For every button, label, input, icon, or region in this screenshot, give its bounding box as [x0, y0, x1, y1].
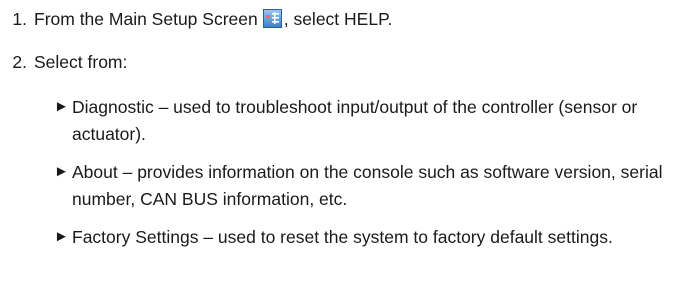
option-about-text: About – provides information on the cons… — [72, 162, 663, 209]
step-1: 1. From the Main Setup Screen , select HE… — [0, 6, 392, 32]
step-2-text: Select from: — [34, 52, 128, 72]
bullet-arrow-icon: ► — [54, 98, 69, 115]
option-diagnostic-text: Diagnostic – used to troubleshoot input/… — [72, 97, 638, 144]
step-2: 2. Select from: — [0, 49, 127, 75]
option-factory-settings-text: Factory Settings – used to reset the sys… — [72, 227, 613, 247]
option-about: ► About – provides information on the co… — [54, 159, 664, 212]
step-2-number: 2. — [12, 52, 27, 72]
bullet-arrow-icon: ► — [54, 163, 69, 180]
option-diagnostic: ► Diagnostic – used to troubleshoot inpu… — [54, 94, 664, 147]
option-factory-settings: ► Factory Settings – used to reset the s… — [54, 224, 664, 251]
step-1-text-suffix: , select HELP. — [283, 9, 393, 29]
main-setup-screen-icon — [262, 9, 282, 28]
step-1-number: 1. — [12, 9, 27, 29]
option-list: ► Diagnostic – used to troubleshoot inpu… — [54, 94, 664, 263]
bullet-arrow-icon: ► — [54, 228, 69, 245]
step-1-text: From the Main Setup Screen — [34, 9, 258, 29]
